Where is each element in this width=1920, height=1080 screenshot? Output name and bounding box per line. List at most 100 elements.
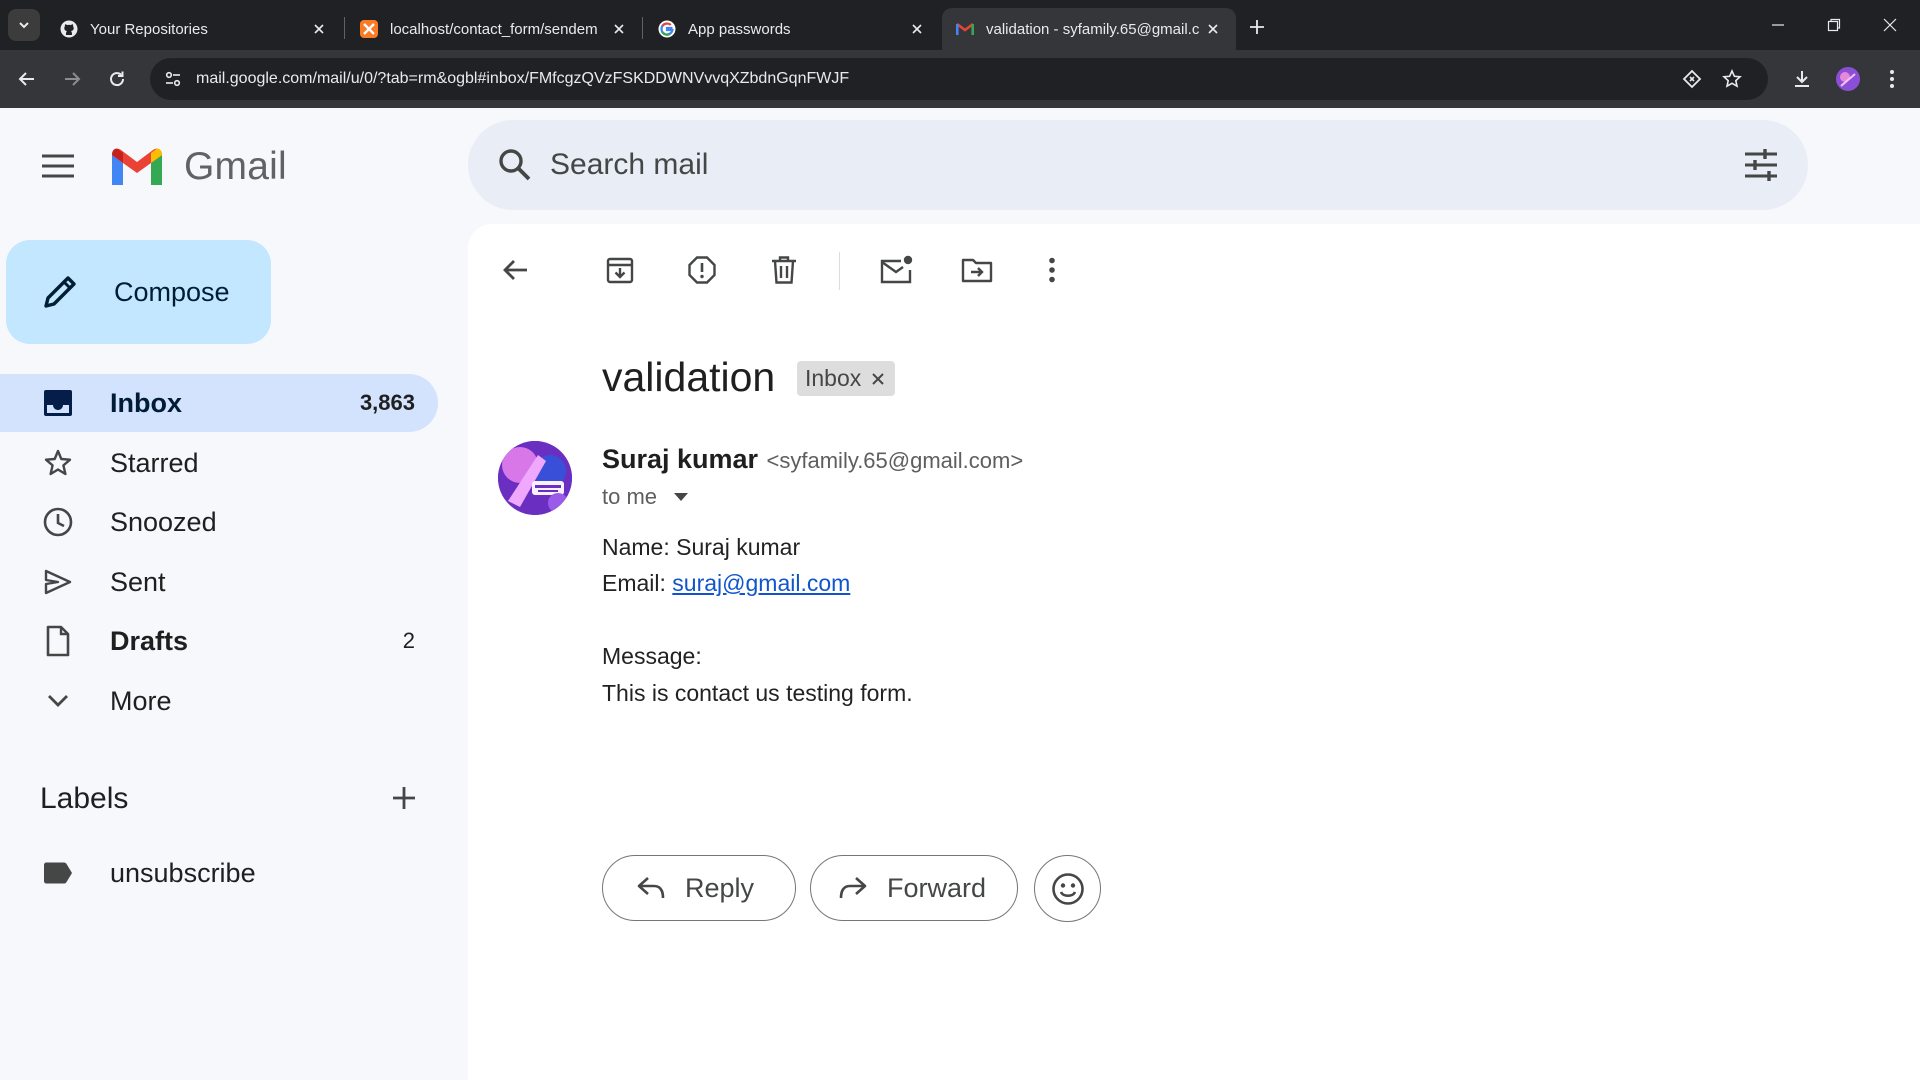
archive-icon bbox=[606, 257, 634, 284]
tab-title: Your Repositories bbox=[90, 20, 208, 38]
browser-tab-strip: Your Repositories localhost/contact_form… bbox=[0, 0, 1920, 50]
arrow-left-icon bbox=[18, 72, 34, 86]
sender-avatar[interactable] bbox=[498, 441, 572, 515]
more-options-button[interactable] bbox=[1028, 246, 1076, 294]
tab-search-button[interactable] bbox=[8, 9, 40, 41]
lens-icon[interactable] bbox=[1676, 63, 1708, 95]
hamburger-icon bbox=[42, 154, 74, 178]
pencil-icon bbox=[36, 268, 84, 316]
sidebar-item-drafts[interactable]: Drafts 2 bbox=[0, 612, 438, 670]
remove-label-icon[interactable] bbox=[869, 370, 887, 388]
compose-label: Compose bbox=[114, 276, 230, 307]
sidebar-item-more[interactable]: More bbox=[0, 672, 438, 730]
browser-tab[interactable]: App passwords bbox=[644, 8, 940, 50]
download-icon bbox=[1795, 71, 1809, 87]
sidebar-item-label: unsubscribe bbox=[110, 857, 256, 888]
caret-down-icon[interactable] bbox=[669, 485, 693, 509]
body-email-link[interactable]: suraj@gmail.com bbox=[672, 570, 850, 596]
move-to-button[interactable] bbox=[953, 246, 1001, 294]
chevron-down-icon bbox=[19, 22, 29, 29]
arrow-left-icon bbox=[503, 260, 527, 280]
browser-tab-active[interactable]: validation - syfamily.65@gmail.c bbox=[942, 8, 1236, 50]
gmail-header: Gmail bbox=[0, 108, 1920, 224]
back-to-inbox-button[interactable] bbox=[492, 246, 540, 294]
sidebar-item-snoozed[interactable]: Snoozed bbox=[0, 493, 438, 551]
sidebar-item-sent[interactable]: Sent bbox=[0, 553, 438, 611]
minimize-icon bbox=[1772, 24, 1784, 26]
mark-unread-icon bbox=[880, 255, 913, 284]
search-icon[interactable] bbox=[490, 140, 540, 190]
reply-button[interactable]: Reply bbox=[602, 855, 796, 921]
browser-tab[interactable]: Your Repositories bbox=[46, 8, 342, 50]
tab-title: localhost/contact_form/sendem bbox=[390, 20, 598, 38]
address-bar[interactable]: mail.google.com/mail/u/0/?tab=rm&ogbl#in… bbox=[150, 58, 1768, 100]
sidebar-item-label: Starred bbox=[110, 447, 199, 478]
sidebar-item-label: Inbox bbox=[110, 387, 182, 418]
label-icon bbox=[40, 855, 76, 891]
chevron-down-icon bbox=[40, 683, 76, 719]
sidebar-item-label: More bbox=[110, 685, 172, 716]
url-text[interactable]: mail.google.com/mail/u/0/?tab=rm&ogbl#in… bbox=[196, 70, 849, 88]
search-options-icon[interactable] bbox=[1736, 140, 1786, 190]
reply-label: Reply bbox=[685, 872, 755, 903]
close-window-button[interactable] bbox=[1862, 0, 1918, 50]
github-icon bbox=[60, 20, 78, 38]
sender-name[interactable]: Suraj kumar bbox=[602, 444, 758, 474]
toolbar-divider bbox=[839, 252, 840, 290]
sidebar-item-label: Sent bbox=[110, 566, 166, 597]
sidebar-item-label-unsubscribe[interactable]: unsubscribe bbox=[0, 844, 438, 902]
forward-label: Forward bbox=[887, 872, 987, 903]
reply-icon bbox=[633, 870, 669, 906]
sidebar-item-label: Snoozed bbox=[110, 506, 217, 537]
gmail-logo[interactable]: Gmail bbox=[108, 142, 287, 192]
body-email-line: Email: suraj@gmail.com bbox=[602, 570, 850, 597]
plus-icon bbox=[1250, 20, 1264, 34]
search-input[interactable] bbox=[550, 142, 1650, 188]
forward-button[interactable]: Forward bbox=[810, 855, 1018, 921]
mark-unread-button[interactable] bbox=[872, 246, 920, 294]
compose-button[interactable]: Compose bbox=[6, 240, 271, 344]
reload-button[interactable] bbox=[101, 63, 133, 95]
gmail-m-icon bbox=[112, 148, 162, 185]
sidebar-item-label: Drafts bbox=[110, 625, 189, 656]
reload-icon bbox=[110, 71, 125, 87]
recipient-line[interactable]: to me bbox=[602, 484, 693, 510]
close-icon[interactable] bbox=[610, 20, 628, 38]
search-bar bbox=[468, 120, 1808, 210]
sidebar-item-starred[interactable]: Starred bbox=[0, 434, 438, 492]
close-icon[interactable] bbox=[1204, 20, 1222, 38]
close-icon[interactable] bbox=[310, 20, 328, 38]
restore-icon bbox=[1827, 18, 1841, 32]
main-menu-button[interactable] bbox=[34, 142, 82, 190]
profile-avatar[interactable] bbox=[1832, 63, 1864, 95]
emoji-reaction-button[interactable] bbox=[1034, 855, 1101, 922]
inbox-label-chip[interactable]: Inbox bbox=[797, 361, 896, 396]
forward-button[interactable] bbox=[56, 63, 88, 95]
body-message-text: This is contact us testing form. bbox=[602, 680, 913, 706]
bookmark-star-icon[interactable] bbox=[1716, 63, 1748, 95]
archive-button[interactable] bbox=[596, 246, 644, 294]
restore-button[interactable] bbox=[1806, 0, 1862, 50]
tab-separator bbox=[642, 17, 643, 39]
sidebar-item-inbox[interactable]: Inbox 3,863 bbox=[0, 374, 438, 432]
browser-toolbar: mail.google.com/mail/u/0/?tab=rm&ogbl#in… bbox=[0, 50, 1920, 108]
xampp-icon bbox=[360, 20, 378, 38]
gmail-icon bbox=[956, 20, 974, 38]
back-button[interactable] bbox=[11, 63, 43, 95]
labels-heading: Labels bbox=[40, 782, 129, 815]
browser-tab[interactable]: localhost/contact_form/sendem bbox=[346, 8, 642, 50]
report-spam-icon bbox=[688, 256, 716, 284]
minimize-button[interactable] bbox=[1750, 0, 1806, 50]
site-info-icon[interactable] bbox=[158, 64, 188, 94]
close-icon[interactable] bbox=[908, 20, 926, 38]
add-label-button[interactable] bbox=[386, 780, 422, 816]
browser-menu-button[interactable] bbox=[1876, 63, 1908, 95]
draft-count: 2 bbox=[402, 628, 415, 653]
delete-button[interactable] bbox=[760, 246, 808, 294]
body-email-prefix: Email: bbox=[602, 570, 673, 596]
report-spam-button[interactable] bbox=[678, 246, 726, 294]
downloads-button[interactable] bbox=[1786, 63, 1818, 95]
new-tab-button[interactable] bbox=[1243, 13, 1271, 41]
plus-icon bbox=[393, 787, 415, 809]
sender-email: <syfamily.65@gmail.com> bbox=[766, 448, 1024, 473]
